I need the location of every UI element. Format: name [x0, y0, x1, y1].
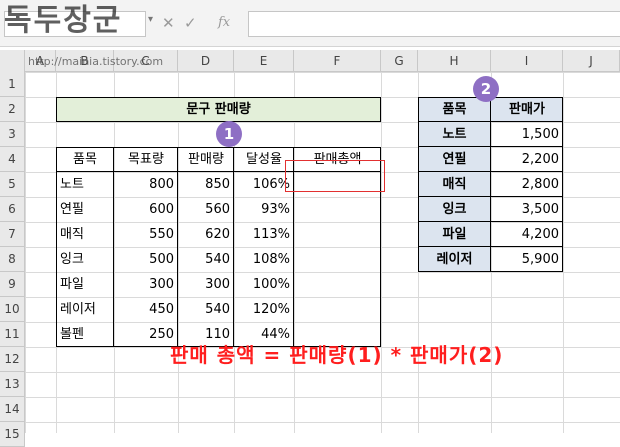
table2-cell-price[interactable]: 2,800: [491, 172, 563, 197]
row-header-2[interactable]: 2: [0, 97, 25, 122]
table1-cell-item[interactable]: 연필: [56, 197, 114, 222]
col-header-J[interactable]: J: [563, 50, 620, 72]
table2-cell-item[interactable]: 잉크: [418, 197, 491, 222]
table1-cell-item[interactable]: 잉크: [56, 247, 114, 272]
table1-cell-total[interactable]: [294, 297, 381, 322]
table2-cell-item[interactable]: 연필: [418, 147, 491, 172]
table2-cell-item[interactable]: 매직: [418, 172, 491, 197]
row-header-15[interactable]: 15: [0, 422, 25, 447]
table1-cell-total[interactable]: [294, 197, 381, 222]
table2-header-price[interactable]: 판매가: [491, 97, 563, 122]
col-header-E[interactable]: E: [234, 50, 294, 72]
table1-cell-sales[interactable]: 540: [178, 297, 234, 322]
name-box-dropdown-icon[interactable]: ▾: [148, 14, 153, 25]
table2-cell-price[interactable]: 4,200: [491, 222, 563, 247]
row-header-6[interactable]: 6: [0, 197, 25, 222]
col-header-I[interactable]: I: [491, 50, 563, 72]
row-header-1[interactable]: 1: [0, 72, 25, 97]
row-header-11[interactable]: 11: [0, 322, 25, 347]
table1-cell-item[interactable]: 매직: [56, 222, 114, 247]
table1-cell-target[interactable]: 250: [114, 322, 178, 347]
table1-cell-total[interactable]: [294, 222, 381, 247]
row-header-12[interactable]: 12: [0, 347, 25, 372]
col-header-F[interactable]: F: [294, 50, 381, 72]
table1-header-target[interactable]: 목표량: [114, 147, 178, 172]
table1-cell-sales[interactable]: 850: [178, 172, 234, 197]
row-header-4[interactable]: 4: [0, 147, 25, 172]
table1-cell-rate[interactable]: 120%: [234, 297, 294, 322]
table1-cell-rate[interactable]: 113%: [234, 222, 294, 247]
table1-cell-item[interactable]: 파일: [56, 272, 114, 297]
annotation-badge-2: 2: [473, 76, 499, 102]
watermark-title: 독두장군: [4, 3, 123, 38]
table1-cell-rate[interactable]: 93%: [234, 197, 294, 222]
table1-cell-item[interactable]: 볼펜: [56, 322, 114, 347]
table1-cell-total[interactable]: [294, 272, 381, 297]
table1-cell-target[interactable]: 800: [114, 172, 178, 197]
formula-bar: ▾ ✕ ✓ fx 독두장군: [0, 0, 620, 47]
row-header-5[interactable]: 5: [0, 172, 25, 197]
row-header-8[interactable]: 8: [0, 247, 25, 272]
row-header-7[interactable]: 7: [0, 222, 25, 247]
annotation-badge-1: 1: [216, 121, 242, 147]
table1-cell-target[interactable]: 500: [114, 247, 178, 272]
watermark-url: http://mainia.tistory.com: [28, 55, 164, 68]
table1-cell-total[interactable]: [294, 247, 381, 272]
col-header-H[interactable]: H: [418, 50, 491, 72]
table2-cell-item[interactable]: 노트: [418, 122, 491, 147]
table1-title[interactable]: 문구 판매량: [56, 97, 381, 122]
cancel-icon[interactable]: ✕: [162, 15, 175, 31]
table1-cell-target[interactable]: 450: [114, 297, 178, 322]
enter-icon[interactable]: ✓: [184, 15, 197, 31]
table1-cell-sales[interactable]: 560: [178, 197, 234, 222]
highlight-target-cell: [285, 160, 385, 192]
table2-cell-item[interactable]: 레이저: [418, 247, 491, 272]
table2-cell-item[interactable]: 파일: [418, 222, 491, 247]
table1-header-item[interactable]: 품목: [56, 147, 114, 172]
col-header-G[interactable]: G: [381, 50, 418, 72]
table1-cell-target[interactable]: 550: [114, 222, 178, 247]
table2-cell-price[interactable]: 5,900: [491, 247, 563, 272]
table1-cell-item[interactable]: 레이저: [56, 297, 114, 322]
row-header-9[interactable]: 9: [0, 272, 25, 297]
table1-cell-item[interactable]: 노트: [56, 172, 114, 197]
insert-function-icon[interactable]: fx: [218, 15, 230, 31]
formula-input[interactable]: [248, 11, 620, 37]
formula-annotation: 판매 총액 = 판매량(1) * 판매가(2): [170, 343, 504, 367]
table1-cell-target[interactable]: 600: [114, 197, 178, 222]
row-header-3[interactable]: 3: [0, 122, 25, 147]
table1-header-sales[interactable]: 판매량: [178, 147, 234, 172]
row-header-14[interactable]: 14: [0, 397, 25, 422]
table1-cell-rate[interactable]: 100%: [234, 272, 294, 297]
table1-cell-sales[interactable]: 540: [178, 247, 234, 272]
table2-cell-price[interactable]: 2,200: [491, 147, 563, 172]
row-header-10[interactable]: 10: [0, 297, 25, 322]
table1-cell-sales[interactable]: 300: [178, 272, 234, 297]
col-header-D[interactable]: D: [178, 50, 234, 72]
table1-cell-target[interactable]: 300: [114, 272, 178, 297]
table2-cell-price[interactable]: 1,500: [491, 122, 563, 147]
table1-cell-sales[interactable]: 620: [178, 222, 234, 247]
row-header-13[interactable]: 13: [0, 372, 25, 397]
select-all-corner[interactable]: [0, 50, 25, 73]
table2-cell-price[interactable]: 3,500: [491, 197, 563, 222]
table1-cell-rate[interactable]: 108%: [234, 247, 294, 272]
